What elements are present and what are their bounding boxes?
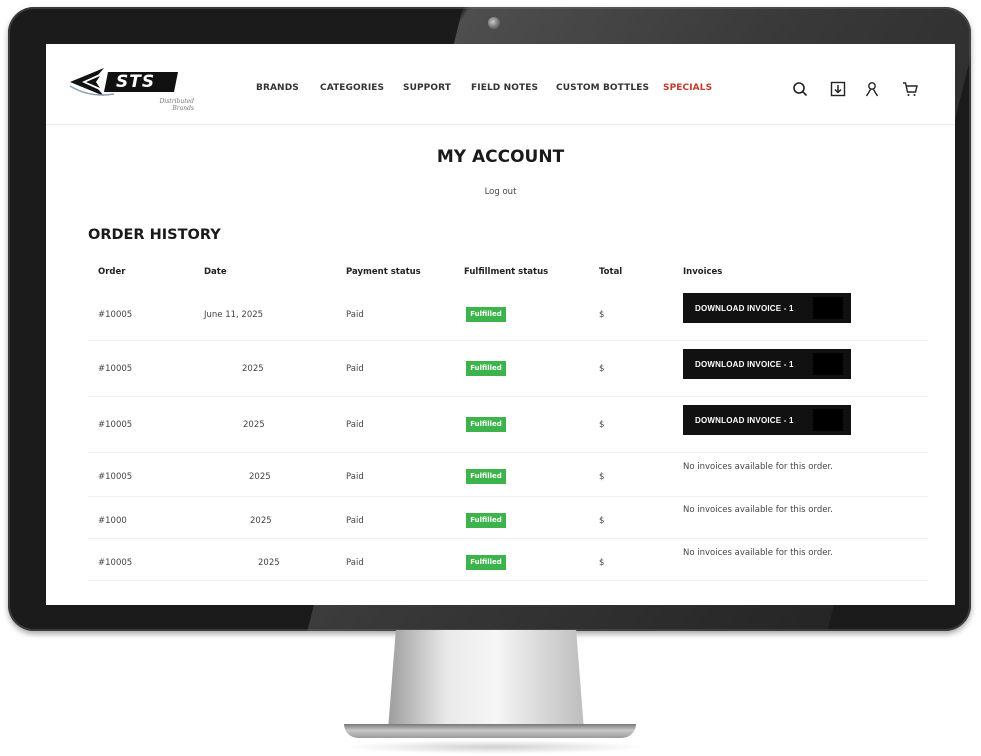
download-invoice-button[interactable]: DOWNLOAD INVOICE - 1 bbox=[683, 293, 851, 323]
order-number[interactable]: #10005 bbox=[98, 558, 132, 568]
logout-link[interactable]: Log out bbox=[46, 187, 955, 197]
brand-tagline-line2: Brands bbox=[172, 105, 194, 112]
nav-brands[interactable]: BRANDS bbox=[256, 83, 299, 93]
table-row: #10005 2025 Paid Fulfilled $ DOWNLOAD IN… bbox=[88, 340, 928, 397]
nav-categories[interactable]: CATEGORIES bbox=[320, 83, 384, 93]
download-invoice-label: DOWNLOAD INVOICE - 1 bbox=[695, 416, 794, 425]
fulfillment-badge: Fulfilled bbox=[466, 555, 506, 570]
order-number[interactable]: #1000 bbox=[98, 516, 127, 526]
monitor-stand-neck bbox=[388, 630, 584, 730]
download-invoice-button[interactable]: DOWNLOAD INVOICE - 1 bbox=[683, 349, 851, 379]
fulfillment-badge: Fulfilled bbox=[466, 361, 506, 376]
payment-status: Paid bbox=[346, 310, 364, 320]
monitor-stand-base bbox=[344, 724, 636, 738]
order-date: 2025 bbox=[249, 472, 271, 482]
download-invoice-label: DOWNLOAD INVOICE - 1 bbox=[695, 304, 794, 313]
table-row: #10005 2025 Paid Fulfilled $ No invoices… bbox=[88, 538, 928, 581]
payment-status: Paid bbox=[346, 558, 364, 568]
brand-tagline: Distributed Brands bbox=[144, 98, 194, 112]
camera bbox=[488, 17, 500, 29]
col-fulfillment-status: Fulfillment status bbox=[464, 267, 549, 277]
order-total: $ bbox=[599, 364, 605, 374]
cart-icon[interactable] bbox=[902, 81, 918, 97]
col-payment-status: Payment status bbox=[346, 267, 421, 277]
table-row: #10005 2025 Paid Fulfilled $ DOWNLOAD IN… bbox=[88, 396, 928, 453]
order-number[interactable]: #10005 bbox=[98, 364, 132, 374]
payment-status: Paid bbox=[346, 364, 364, 374]
download-invoice-label: DOWNLOAD INVOICE - 1 bbox=[695, 360, 794, 369]
order-date: 2025 bbox=[258, 558, 280, 568]
col-date: Date bbox=[204, 267, 227, 277]
payment-status: Paid bbox=[346, 420, 364, 430]
order-total: $ bbox=[599, 558, 605, 568]
redaction-block bbox=[813, 353, 843, 375]
col-total: Total bbox=[599, 267, 623, 277]
payment-status: Paid bbox=[346, 516, 364, 526]
order-total: $ bbox=[599, 472, 605, 482]
order-total: $ bbox=[599, 516, 605, 526]
order-history-heading: ORDER HISTORY bbox=[88, 227, 221, 243]
order-number[interactable]: #10005 bbox=[98, 310, 132, 320]
account-icon[interactable] bbox=[864, 81, 880, 97]
order-date: June 11, 2025 bbox=[204, 310, 264, 320]
order-date: 2025 bbox=[243, 420, 265, 430]
order-number[interactable]: #10005 bbox=[98, 420, 132, 430]
table-row: #1000 2025 Paid Fulfilled $ No invoices … bbox=[88, 496, 928, 539]
order-number[interactable]: #10005 bbox=[98, 472, 132, 482]
nav-field-notes[interactable]: FIELD NOTES bbox=[471, 83, 538, 93]
order-date: 2025 bbox=[242, 364, 264, 374]
download-invoice-button[interactable]: DOWNLOAD INVOICE - 1 bbox=[683, 405, 851, 435]
page-title: MY ACCOUNT bbox=[436, 147, 565, 167]
payment-status: Paid bbox=[346, 472, 364, 482]
order-total: $ bbox=[599, 420, 605, 430]
nav-support[interactable]: SUPPORT bbox=[403, 83, 451, 93]
col-order: Order bbox=[98, 267, 126, 277]
fulfillment-badge: Fulfilled bbox=[466, 513, 506, 528]
brand-tagline-line1: Distributed bbox=[159, 98, 194, 105]
monitor-bezel: STS Distributed Brands BRANDS CATEGORIES… bbox=[8, 7, 971, 631]
nav-specials[interactable]: SPECIALS bbox=[663, 83, 712, 93]
fulfillment-badge: Fulfilled bbox=[466, 469, 506, 484]
download-icon[interactable] bbox=[830, 81, 846, 97]
table-row: #10005 June 11, 2025 Paid Fulfilled $ DO… bbox=[88, 287, 928, 341]
search-icon[interactable] bbox=[792, 81, 808, 97]
col-invoices: Invoices bbox=[683, 267, 723, 277]
brand-logo[interactable]: STS Distributed Brands bbox=[70, 58, 194, 120]
monitor-stand-shadow bbox=[344, 740, 644, 754]
fulfillment-badge: Fulfilled bbox=[466, 307, 506, 322]
table-row: #10005 2025 Paid Fulfilled $ No invoices… bbox=[88, 452, 928, 497]
order-date: 2025 bbox=[250, 516, 272, 526]
order-total: $ bbox=[599, 310, 605, 320]
nav-custom-bottles[interactable]: CUSTOM BOTTLES bbox=[556, 83, 649, 93]
fulfillment-badge: Fulfilled bbox=[466, 417, 506, 432]
redaction-block bbox=[813, 409, 843, 431]
brand-name: STS bbox=[116, 72, 156, 92]
screen: STS Distributed Brands BRANDS CATEGORIES… bbox=[46, 44, 955, 605]
no-invoices-text: No invoices available for this order. bbox=[683, 505, 833, 515]
no-invoices-text: No invoices available for this order. bbox=[683, 548, 833, 558]
site-header: STS Distributed Brands BRANDS CATEGORIES… bbox=[46, 44, 955, 125]
redaction-block bbox=[813, 297, 843, 319]
no-invoices-text: No invoices available for this order. bbox=[683, 462, 833, 472]
